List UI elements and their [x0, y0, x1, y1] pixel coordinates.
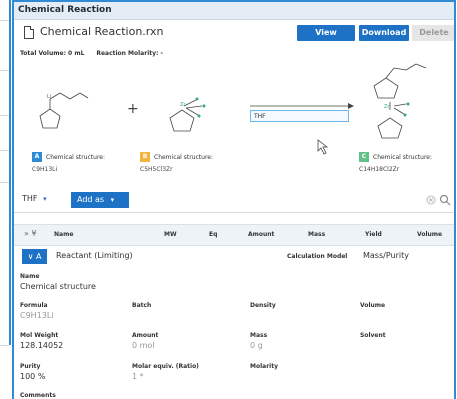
- svg-text:Zr: Zr: [180, 102, 186, 108]
- comments-label: Comments: [20, 392, 56, 399]
- download-button[interactable]: Download: [359, 25, 409, 41]
- component-label-b: Chemical structure:: [154, 154, 213, 161]
- reaction-drawing: Li + Zr Zr: [39, 63, 427, 155]
- solvent-box[interactable]: THF: [250, 110, 349, 122]
- structure-c-drawing: Zr: [373, 63, 427, 139]
- mass-label: Mass: [250, 332, 268, 339]
- component-chip-c: C: [359, 152, 369, 162]
- solvent-label: Solvent: [360, 332, 386, 339]
- divider: [0, 150, 9, 151]
- view-button[interactable]: View: [297, 25, 355, 41]
- stoichiometry-toolbar: THF ▾ Add as ▾: [14, 190, 454, 213]
- amount-field[interactable]: Amount 0 mol: [132, 332, 158, 350]
- density-label: Density: [250, 302, 276, 309]
- component-formula-b: C5H5Cl3Zr: [140, 166, 173, 173]
- calculation-model-label: Calculation Model: [287, 253, 348, 260]
- reactant-role: Reactant (Limiting): [56, 251, 133, 260]
- component-chip-b: B: [140, 152, 150, 162]
- mol-weight-label: Mol Weight: [20, 332, 59, 339]
- name-label: Name: [20, 273, 40, 280]
- volume-field[interactable]: Volume: [360, 302, 385, 309]
- purity-value[interactable]: 100 %: [20, 372, 45, 381]
- calculation-model-value[interactable]: Mass/Purity: [363, 251, 409, 260]
- structure-b-drawing: Zr: [169, 97, 206, 132]
- delete-button[interactable]: Delete: [412, 25, 454, 41]
- total-volume: Total Volume: 0 mL: [20, 50, 85, 57]
- name-value[interactable]: Chemical structure: [20, 282, 96, 291]
- molarity-field[interactable]: Molarity: [250, 363, 278, 370]
- svg-text:Li: Li: [47, 94, 51, 100]
- formula-field: Formula C9H13Li: [20, 302, 54, 320]
- mass-value[interactable]: 0 g: [250, 341, 267, 350]
- chemical-reaction-panel: Chemical Reaction Chemical Reaction.rxn …: [12, 0, 456, 399]
- search-tools: [426, 194, 451, 206]
- name-field: Name Chemical structure: [20, 273, 96, 291]
- search-area: [426, 194, 452, 209]
- component-label-a: Chemical structure:: [46, 154, 105, 161]
- left-strip: [0, 0, 11, 399]
- header-amount: Amount: [248, 231, 275, 238]
- component-label-c: Chemical structure:: [373, 154, 432, 161]
- divider: [0, 70, 9, 71]
- add-as-button[interactable]: Add as ▾: [71, 192, 129, 208]
- component-formula-c: C14H18Cl2Zr: [359, 166, 400, 173]
- chevron-down-icon: ▾: [43, 195, 47, 203]
- header-mw: MW: [164, 231, 177, 238]
- comments-field[interactable]: Comments: [20, 392, 56, 399]
- solvent-dropdown-label: THF: [22, 194, 38, 203]
- molar-equiv-value[interactable]: 1 *: [132, 372, 199, 381]
- density-field[interactable]: Density: [250, 302, 276, 309]
- divider: [0, 115, 9, 116]
- component-chip-a: A: [32, 152, 42, 162]
- amount-value[interactable]: 0 mol: [132, 341, 158, 350]
- mol-weight-field: Mol Weight 128.14052: [20, 332, 63, 350]
- divider: [0, 345, 9, 346]
- panel-title: Chemical Reaction: [14, 2, 454, 20]
- clear-icon[interactable]: [426, 195, 436, 205]
- header-yield: Yield: [365, 231, 382, 238]
- reactant-collapse-toggle[interactable]: ∨ A: [22, 249, 47, 264]
- formula-label: Formula: [20, 302, 48, 309]
- divider: [0, 182, 9, 183]
- header-volume: Volume: [417, 231, 443, 238]
- purity-label: Purity: [20, 363, 41, 370]
- divider: [0, 20, 9, 21]
- reaction-arrow: [250, 103, 354, 109]
- mol-weight-value: 128.14052: [20, 341, 64, 350]
- plus-sign: +: [127, 101, 139, 117]
- cursor-icon: [317, 139, 329, 155]
- batch-label: Batch: [132, 302, 152, 309]
- molar-equiv-label: Molar equiv. (Ratio): [132, 363, 199, 370]
- formula-value: C9H13Li: [20, 311, 54, 320]
- structure-a-drawing: Li: [39, 92, 89, 129]
- molarity-label: Molarity: [250, 363, 278, 370]
- solvent-dropdown[interactable]: THF ▾: [22, 194, 47, 203]
- reaction-molarity: Reaction Molarity: -: [96, 50, 164, 57]
- reactant-row: ∨ A Reactant (Limiting) Calculation Mode…: [14, 246, 454, 268]
- mass-field[interactable]: Mass 0 g: [250, 332, 267, 350]
- chevron-down-icon: ▾: [110, 196, 115, 204]
- amount-label: Amount: [132, 332, 159, 339]
- molar-equiv-field[interactable]: Molar equiv. (Ratio) 1 *: [132, 363, 199, 381]
- batch-field[interactable]: Batch: [132, 302, 151, 309]
- header-eq: Eq: [209, 231, 218, 238]
- header-mass: Mass: [308, 231, 326, 238]
- search-icon[interactable]: [439, 194, 451, 206]
- reaction-scheme[interactable]: Li + Zr Zr THF A Chemical structure: C9H…: [14, 62, 454, 182]
- add-as-label: Add as: [77, 195, 105, 204]
- file-name: Chemical Reaction.rxn: [40, 25, 164, 38]
- expand-collapse-icons[interactable]: » ¥: [24, 229, 37, 238]
- component-formula-a: C9H13Li: [32, 166, 58, 173]
- table-header: » ¥ Name MW Eq Amount Mass Yield Volume: [14, 224, 454, 246]
- svg-text:Zr: Zr: [384, 104, 390, 110]
- solvent-field[interactable]: Solvent: [360, 332, 386, 339]
- selection-bar: [9, 0, 11, 345]
- purity-field[interactable]: Purity 100 %: [20, 363, 45, 381]
- volume-label: Volume: [360, 302, 386, 309]
- document-icon: [24, 26, 34, 39]
- header-name: Name: [54, 231, 74, 238]
- volume-row: Total Volume: 0 mL Reaction Molarity: -: [20, 50, 173, 57]
